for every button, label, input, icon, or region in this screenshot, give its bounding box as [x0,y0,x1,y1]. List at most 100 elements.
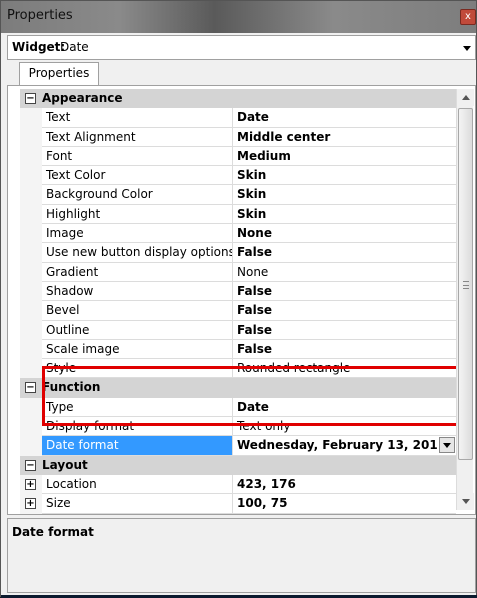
row-gutter [20,339,42,360]
close-icon[interactable]: x [460,9,476,25]
property-name: Shadow [42,282,232,302]
row-gutter: + [20,474,42,495]
scroll-up-icon[interactable] [457,89,474,106]
property-value-text: False [237,322,272,337]
row-gutter [20,108,42,128]
property-value[interactable]: False [232,281,456,302]
expand-icon[interactable]: + [25,478,36,490]
property-value[interactable]: None [232,224,456,244]
property-value-text: False [237,303,272,318]
property-value[interactable]: False [232,320,456,340]
property-row-highlight[interactable]: Highlight Skin [20,204,456,225]
property-value[interactable]: Date [232,397,456,418]
property-name: Highlight [42,205,232,225]
grip-icon [463,281,469,289]
category-function[interactable]: − Function [20,378,456,398]
property-value[interactable]: False [232,339,456,360]
row-gutter [20,417,42,437]
widget-selector[interactable]: Widget: Date [7,35,476,60]
property-value[interactable]: Wednesday, February 13, 201 [232,436,456,456]
row-gutter: + [20,494,42,514]
property-name: Font [42,147,232,167]
property-row-font[interactable]: Font Medium [20,146,456,167]
property-row-scale-image[interactable]: Scale image False [20,339,456,360]
property-row-style[interactable]: Style Rounded rectangle [20,359,456,379]
row-gutter [20,281,42,302]
category-appearance[interactable]: − Appearance [20,89,456,109]
property-name: Scale image [42,340,232,360]
property-value-text: False [237,341,272,356]
property-name: Bevel [42,301,232,321]
category-label: Appearance [42,91,123,105]
title-bar[interactable]: Properties x [1,1,476,33]
chevron-down-icon[interactable] [463,46,471,51]
description-panel: Date format [7,518,476,593]
collapse-icon[interactable]: − [25,382,36,394]
property-value[interactable]: Date [232,108,456,128]
collapse-icon[interactable]: − [25,93,36,104]
property-name: Background Color [42,185,232,205]
property-row-use-new-button-display-options[interactable]: Use new button display options False [20,243,456,263]
property-name: Location [42,475,232,495]
property-name: Gradient [42,263,232,282]
property-row-display-format[interactable]: Display format Text only [20,417,456,437]
property-row-type[interactable]: Type Date [20,397,456,418]
property-value-text: Skin [237,168,267,183]
category-layout[interactable]: − Layout [20,455,456,475]
property-value-text: Wednesday, February 13, 201 [237,438,438,453]
window-title: Properties [7,8,73,23]
property-value[interactable]: False [232,243,456,263]
property-value-text: Middle center [237,129,331,144]
property-name: Text Alignment [42,128,232,147]
property-value-text: 100, 75 [237,496,288,511]
property-value[interactable]: 100, 75 [232,494,456,514]
property-value[interactable]: None [232,262,456,282]
dropdown-arrow-icon[interactable] [439,437,455,454]
property-value[interactable]: Skin [232,185,456,205]
property-value[interactable]: False [232,301,456,321]
property-row-text-color[interactable]: Text Color Skin [20,166,456,186]
property-name: Text Color [42,166,232,186]
property-row-text[interactable]: Text Date [20,108,456,128]
scroll-down-icon[interactable] [457,493,474,510]
property-value[interactable]: Rounded rectangle [232,359,456,379]
property-row-shadow[interactable]: Shadow False [20,281,456,302]
property-value[interactable]: Skin [232,204,456,225]
property-row-size[interactable]: + Size 100, 75 [20,494,456,514]
property-name: Display format [42,417,232,437]
property-value[interactable]: 423, 176 [232,474,456,495]
row-gutter [20,397,42,418]
property-row-image[interactable]: Image None [20,224,456,244]
property-row-outline[interactable]: Outline False [20,320,456,340]
property-row-bevel[interactable]: Bevel False [20,301,456,321]
vertical-scrollbar[interactable] [456,89,474,510]
widget-value: Date [60,40,89,54]
property-value[interactable]: Middle center [232,127,456,147]
tab-properties[interactable]: Properties [19,62,99,85]
property-value-text: False [237,245,272,260]
property-name: Size [42,494,232,514]
row-gutter [20,146,42,167]
property-value-text: Date [237,399,269,414]
tab-strip: Properties [7,60,476,85]
property-row-background-color[interactable]: Background Color Skin [20,185,456,205]
property-row-text-alignment[interactable]: Text Alignment Middle center [20,127,456,147]
property-row-location[interactable]: + Location 423, 176 [20,474,456,495]
property-value[interactable]: Medium [232,146,456,167]
collapse-icon[interactable]: − [25,459,36,471]
row-gutter [20,224,42,244]
property-grid-rows: − Appearance Text Date Text Alignment Middle … [20,89,456,514]
property-value[interactable]: Text only [232,417,456,437]
property-name: Use new button display options [42,243,232,263]
property-value-text: None [237,226,272,241]
property-value[interactable]: Skin [232,166,456,186]
expand-icon[interactable]: + [25,498,36,510]
property-row-gradient[interactable]: Gradient None [20,262,456,282]
property-name: Style [42,359,232,379]
property-value-text: Rounded rectangle [237,361,351,376]
row-gutter [20,359,42,379]
scroll-thumb[interactable] [458,108,473,460]
row-gutter [20,262,42,282]
row-gutter [20,204,42,225]
property-row-date-format[interactable]: Date format Wednesday, February 13, 201 [20,436,456,456]
